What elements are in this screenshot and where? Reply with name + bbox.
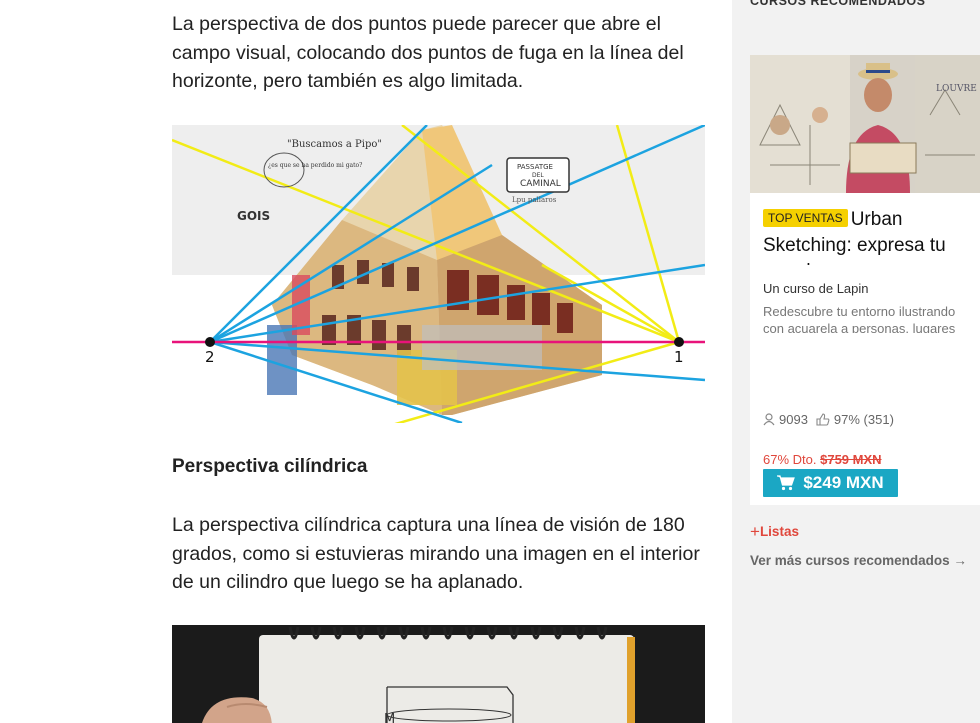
see-more-courses-link[interactable]: Ver más cursos recomendados → (750, 553, 967, 568)
sketch-letter-m: M (384, 712, 395, 723)
students-count: 9093 (779, 412, 808, 427)
sketch-note-search: "Buscamos a Pipo" (287, 139, 382, 150)
sale-price: $249 MXN (803, 473, 884, 492)
cylindrical-sketchbook-photo: M (172, 625, 705, 723)
two-point-perspective-illustration: 2 1 "Buscamos a Pipo" ¿es que se ha perd… (172, 125, 705, 423)
vanishing-point-1-label: 1 (674, 348, 684, 366)
sketch-cat-label: GOIS (237, 209, 270, 223)
street-sign-line1: PASSATGE (517, 163, 553, 171)
course-author: Un curso de Lapin (763, 281, 869, 296)
course-thumbnail[interactable]: LOUVRE (750, 55, 980, 193)
section-heading-cylindrical: Perspectiva cilíndrica (172, 456, 368, 477)
street-sign-subtitle: Lpu pallaros (512, 196, 557, 204)
top-sales-badge: TOP VENTAS (763, 209, 848, 227)
street-sign-line3: CAMINAL (520, 179, 561, 189)
course-stats: 9093 97% (351) (763, 412, 894, 427)
article-paragraph-cylindrical: La perspectiva cilíndrica captura una lí… (172, 514, 700, 593)
vanishing-point-2-label: 2 (205, 348, 215, 366)
two-point-perspective-figure: 2 1 "Buscamos a Pipo" ¿es que se ha perd… (172, 125, 705, 423)
plus-icon: + (750, 522, 760, 541)
sketch-note-cat: ¿es que se ha perdido mi gato? (268, 162, 362, 169)
thumbs-up-icon (816, 413, 830, 426)
original-price: $759 MXN (820, 452, 882, 467)
course-description: Redescubre tu entorno ilustrando con acu… (763, 304, 956, 333)
course-thumbnail-image: LOUVRE (750, 55, 980, 193)
sidebar-title: CURSOS RECOMENDADOS (750, 0, 926, 8)
street-sign-line2: DEL (532, 172, 544, 179)
add-to-list-button[interactable]: +Listas (750, 522, 799, 542)
user-icon (763, 413, 775, 426)
shopping-cart-icon (777, 475, 796, 491)
buy-price-button[interactable]: $249 MXN (763, 469, 898, 497)
article-paragraph-two-point: La perspectiva de dos puntos puede parec… (172, 13, 684, 92)
article-main: La perspectiva de dos puntos puede parec… (0, 0, 732, 723)
discount-percent: 67% Dto. (763, 452, 817, 467)
positive-rating: 97% (351) (833, 412, 894, 427)
course-card[interactable]: LOUVRE TOP VENTAS Urban Sketching: expres… (750, 55, 980, 505)
thumbnail-louvre-text: LOUVRE (936, 84, 977, 94)
course-title[interactable]: TOP VENTASUrban Sketching: expresa tu mu… (763, 207, 980, 265)
cylindrical-perspective-figure: M (172, 625, 705, 723)
discount-line: 67% Dto. $759 MXN (763, 452, 882, 467)
lists-label: Listas (759, 524, 799, 539)
